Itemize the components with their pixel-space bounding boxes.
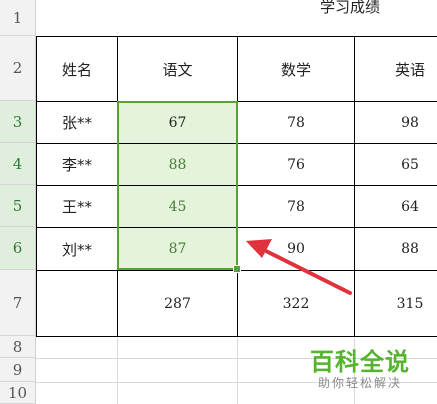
watermark-logo: 百科全说 助你轻松解决: [300, 340, 437, 404]
spreadsheet: 1 2 3 4 5 6 7 8 9 10 学习成绩 姓名 语文 数学 英语 张*…: [0, 0, 437, 404]
watermark-title: 百科全说: [310, 348, 410, 376]
watermark-slogan: 助你轻松解决: [318, 376, 403, 390]
